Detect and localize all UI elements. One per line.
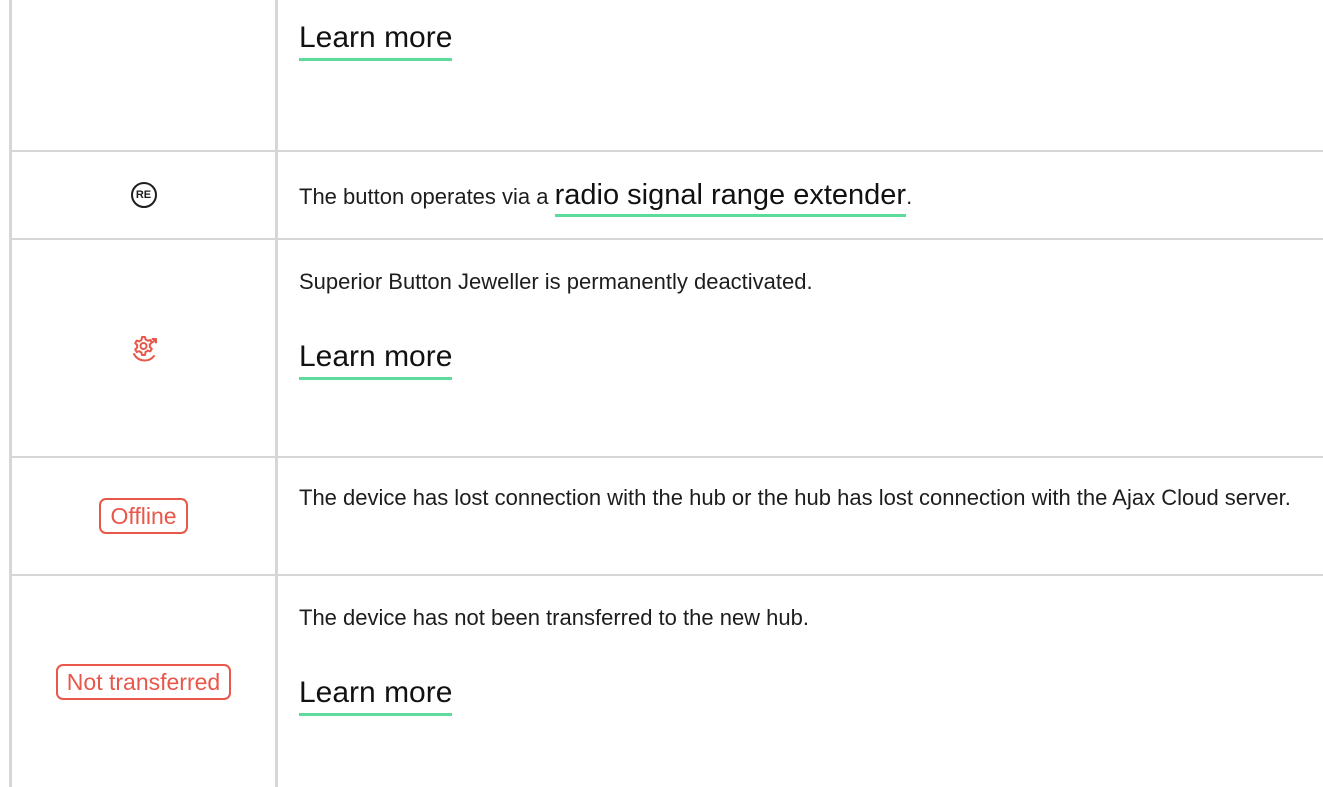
deactivated-gear-icon — [129, 333, 159, 363]
range-extender-link[interactable]: radio signal range extender — [554, 179, 907, 217]
description-cell: The button operates via a radio signal r… — [299, 178, 1313, 217]
range-extender-icon: RE — [130, 182, 157, 208]
table-row: Learn more — [12, 0, 1323, 150]
device-status-table: Learn more RE The button operates via a … — [0, 0, 1323, 787]
icon-cell: RE — [12, 152, 275, 238]
icon-cell: Not transferred — [12, 576, 275, 787]
status-badge-offline: Offline — [99, 498, 188, 534]
icon-cell: Offline — [12, 458, 275, 574]
description-text: The device has lost connection with the … — [299, 485, 1291, 510]
learn-more-link[interactable]: Learn more — [299, 20, 453, 61]
description-cell: The device has lost connection with the … — [299, 480, 1313, 515]
status-badge-not-transferred: Not transferred — [55, 663, 232, 700]
learn-more-link[interactable]: Learn more — [299, 339, 453, 380]
text-before: The button operates via a — [299, 184, 555, 209]
learn-more-link[interactable]: Learn more — [299, 675, 453, 716]
table-row: Not transferred The device has not been … — [12, 576, 1323, 787]
table-row: Offline The device has lost connection w… — [12, 458, 1323, 574]
icon-cell — [12, 240, 275, 456]
text-after: . — [906, 184, 913, 209]
description-text: The device has not been transferred to t… — [299, 605, 809, 630]
description-text: The button operates via a radio signal r… — [299, 178, 1313, 217]
table-row: Superior Button Jeweller is permanently … — [12, 240, 1323, 456]
description-cell: Learn more — [299, 20, 1313, 61]
description-text: Superior Button Jeweller is permanently … — [299, 269, 813, 294]
description-cell: The device has not been transferred to t… — [299, 600, 1313, 716]
description-cell: Superior Button Jeweller is permanently … — [299, 264, 1313, 380]
table-row: RE The button operates via a radio signa… — [12, 152, 1323, 238]
